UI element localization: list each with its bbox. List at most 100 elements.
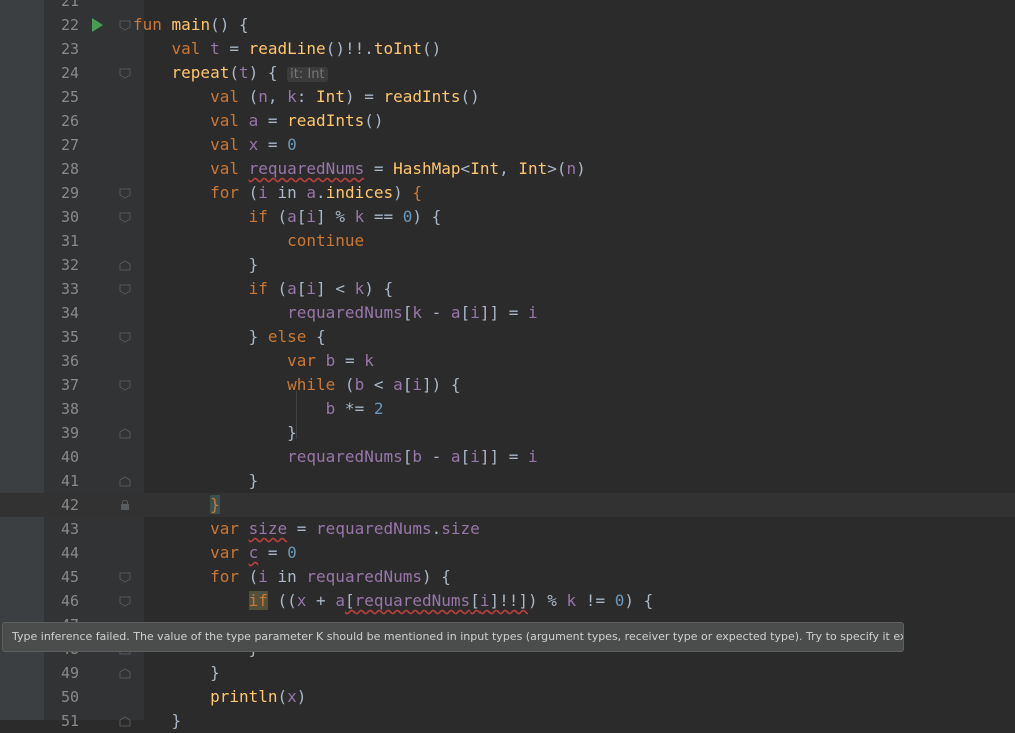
code-line[interactable]: 32 } bbox=[0, 253, 1015, 277]
fold-marker-icon[interactable] bbox=[119, 476, 131, 487]
line-number[interactable]: 26 bbox=[44, 109, 79, 133]
code-text[interactable]: if ((x + a[requaredNums[i]!!]) % k != 0)… bbox=[133, 589, 653, 613]
fold-marker-icon[interactable] bbox=[119, 68, 131, 79]
line-number[interactable]: 22 bbox=[44, 13, 79, 37]
line-number[interactable]: 23 bbox=[44, 37, 79, 61]
code-text[interactable]: b *= 2 bbox=[133, 397, 384, 421]
code-text[interactable]: for (i in requaredNums) { bbox=[133, 565, 451, 589]
code-line[interactable]: 49 } bbox=[0, 661, 1015, 685]
code-line[interactable]: 34 requaredNums[k - a[i]] = i bbox=[0, 301, 1015, 325]
line-number[interactable]: 30 bbox=[44, 205, 79, 229]
code-line[interactable]: 36 var b = k bbox=[0, 349, 1015, 373]
code-text[interactable]: } else { bbox=[133, 325, 326, 349]
line-number[interactable]: 36 bbox=[44, 349, 79, 373]
run-gutter-icon[interactable] bbox=[92, 18, 103, 32]
code-line[interactable]: 22 fun main() { bbox=[0, 13, 1015, 37]
code-line[interactable]: 40 requaredNums[b - a[i]] = i bbox=[0, 445, 1015, 469]
fold-marker-icon[interactable] bbox=[119, 188, 131, 199]
line-number[interactable]: 43 bbox=[44, 517, 79, 541]
code-text[interactable]: val a = readInts() bbox=[133, 109, 383, 133]
code-line[interactable]: 50 println(x) bbox=[0, 685, 1015, 709]
code-line[interactable]: 24 repeat(t) { it: Int bbox=[0, 61, 1015, 85]
code-text[interactable]: } bbox=[133, 421, 297, 445]
code-text[interactable]: } bbox=[133, 493, 220, 517]
code-text[interactable]: } bbox=[133, 709, 182, 733]
code-text[interactable]: var c = 0 bbox=[133, 541, 297, 565]
line-number[interactable]: 42 bbox=[44, 493, 79, 517]
fold-marker-icon[interactable] bbox=[119, 428, 131, 439]
code-text[interactable]: val t = readLine()!!.toInt() bbox=[133, 37, 442, 61]
line-number[interactable]: 25 bbox=[44, 85, 79, 109]
code-text[interactable]: } bbox=[133, 661, 220, 685]
line-number[interactable]: 39 bbox=[44, 421, 79, 445]
code-line[interactable]: 43 var size = requaredNums.size bbox=[0, 517, 1015, 541]
fold-marker-icon[interactable] bbox=[119, 212, 131, 223]
line-number[interactable]: 28 bbox=[44, 157, 79, 181]
code-text[interactable]: } bbox=[133, 253, 259, 277]
line-number[interactable]: 41 bbox=[44, 469, 79, 493]
line-number[interactable]: 32 bbox=[44, 253, 79, 277]
code-editor[interactable]: 21 22 fun main() {23 val t = readLine()!!.… bbox=[0, 0, 1015, 730]
fold-marker-icon[interactable] bbox=[119, 500, 131, 511]
line-number[interactable]: 29 bbox=[44, 181, 79, 205]
line-number[interactable]: 21 bbox=[44, 0, 79, 13]
fold-marker-icon[interactable] bbox=[119, 596, 131, 607]
code-line[interactable]: 37 while (b < a[i]) { bbox=[0, 373, 1015, 397]
code-line[interactable]: 46 if ((x + a[requaredNums[i]!!]) % k !=… bbox=[0, 589, 1015, 613]
code-text[interactable]: val (n, k: Int) = readInts() bbox=[133, 85, 480, 109]
fold-marker-icon[interactable] bbox=[119, 716, 131, 727]
line-number[interactable]: 24 bbox=[44, 61, 79, 85]
fold-marker-icon[interactable] bbox=[119, 380, 131, 391]
line-number[interactable]: 37 bbox=[44, 373, 79, 397]
line-number[interactable]: 31 bbox=[44, 229, 79, 253]
code-line[interactable]: 45 for (i in requaredNums) { bbox=[0, 565, 1015, 589]
code-text[interactable]: var size = requaredNums.size bbox=[133, 517, 480, 541]
line-number[interactable]: 38 bbox=[44, 397, 79, 421]
fold-marker-icon[interactable] bbox=[119, 260, 131, 271]
code-line[interactable]: 30 if (a[i] % k == 0) { bbox=[0, 205, 1015, 229]
code-text[interactable]: if (a[i] < k) { bbox=[133, 277, 394, 301]
code-text[interactable]: repeat(t) { it: Int bbox=[133, 61, 328, 87]
code-text[interactable]: if (a[i] % k == 0) { bbox=[133, 205, 442, 229]
code-line[interactable]: 21 bbox=[0, 0, 1015, 13]
code-text[interactable]: } bbox=[133, 469, 259, 493]
code-line[interactable]: 23 val t = readLine()!!.toInt() bbox=[0, 37, 1015, 61]
fold-marker-icon[interactable] bbox=[119, 284, 131, 295]
fold-marker-icon[interactable] bbox=[119, 668, 131, 679]
code-text[interactable]: for (i in a.indices) { bbox=[133, 181, 422, 205]
line-number[interactable]: 51 bbox=[44, 709, 79, 733]
line-number[interactable]: 44 bbox=[44, 541, 79, 565]
line-number[interactable]: 40 bbox=[44, 445, 79, 469]
code-line[interactable]: 39 } bbox=[0, 421, 1015, 445]
line-number[interactable]: 27 bbox=[44, 133, 79, 157]
code-text[interactable]: var b = k bbox=[133, 349, 374, 373]
fold-marker-icon[interactable] bbox=[119, 572, 131, 583]
line-number[interactable]: 45 bbox=[44, 565, 79, 589]
code-line[interactable]: 38 b *= 2 bbox=[0, 397, 1015, 421]
line-number[interactable]: 46 bbox=[44, 589, 79, 613]
code-text[interactable]: println(x) bbox=[133, 685, 306, 709]
code-line[interactable]: 41 } bbox=[0, 469, 1015, 493]
code-text[interactable]: requaredNums[b - a[i]] = i bbox=[133, 445, 538, 469]
code-line[interactable]: 28 val requaredNums = HashMap<Int, Int>(… bbox=[0, 157, 1015, 181]
line-number[interactable]: 34 bbox=[44, 301, 79, 325]
code-text[interactable]: val requaredNums = HashMap<Int, Int>(n) bbox=[133, 157, 586, 181]
fold-marker-icon[interactable] bbox=[119, 332, 131, 343]
code-line[interactable]: 42 } bbox=[0, 493, 1015, 517]
line-number[interactable]: 49 bbox=[44, 661, 79, 685]
code-text[interactable]: val x = 0 bbox=[133, 133, 297, 157]
line-number[interactable]: 33 bbox=[44, 277, 79, 301]
line-number[interactable]: 35 bbox=[44, 325, 79, 349]
code-line[interactable]: 25 val (n, k: Int) = readInts() bbox=[0, 85, 1015, 109]
line-number[interactable]: 50 bbox=[44, 685, 79, 709]
code-text[interactable]: continue bbox=[133, 229, 364, 253]
code-text[interactable]: requaredNums[k - a[i]] = i bbox=[133, 301, 538, 325]
code-line[interactable]: 33 if (a[i] < k) { bbox=[0, 277, 1015, 301]
code-line[interactable]: 27 val x = 0 bbox=[0, 133, 1015, 157]
code-line[interactable]: 44 var c = 0 bbox=[0, 541, 1015, 565]
fold-marker-icon[interactable] bbox=[119, 20, 131, 31]
code-line[interactable]: 31 continue bbox=[0, 229, 1015, 253]
code-line[interactable]: 26 val a = readInts() bbox=[0, 109, 1015, 133]
code-line[interactable]: 51 } bbox=[0, 709, 1015, 733]
code-line[interactable]: 35 } else { bbox=[0, 325, 1015, 349]
